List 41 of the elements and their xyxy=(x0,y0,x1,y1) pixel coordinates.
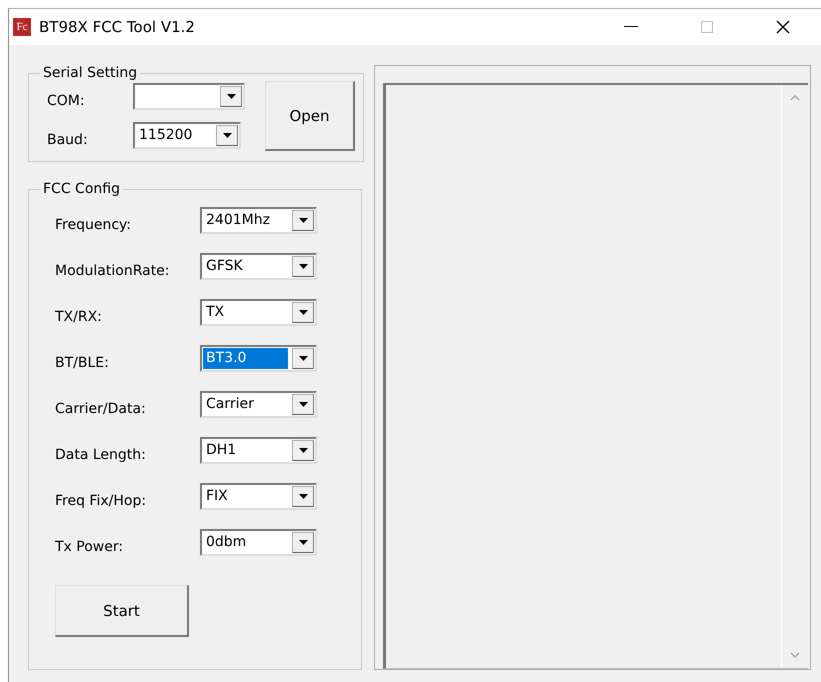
field-label: Carrier/Data: xyxy=(55,400,147,416)
start-button[interactable]: Start xyxy=(55,585,189,637)
dropdown-arrow-icon xyxy=(298,448,308,453)
dropdown-arrow-icon xyxy=(298,218,308,223)
dropdown-field[interactable]: 0dbm xyxy=(200,529,317,556)
dropdown-arrow-icon xyxy=(298,540,308,545)
field-label: Baud: xyxy=(47,130,89,148)
window-title: BT98X FCC Tool V1.2 xyxy=(39,18,196,36)
dropdown-field[interactable]: DH1 xyxy=(200,437,317,464)
group-title: Serial Setting xyxy=(42,65,138,81)
field-label: Frequency: xyxy=(55,216,132,232)
dropdown-arrow-icon xyxy=(222,133,232,138)
dropdown-arrow-icon xyxy=(298,310,308,315)
dropdown-field[interactable]: Carrier xyxy=(200,391,317,418)
dropdown-field[interactable]: GFSK xyxy=(200,253,317,280)
scroll-up-icon[interactable] xyxy=(790,95,800,101)
dropdown-arrow-icon xyxy=(226,94,236,99)
field-label: TX/RX: xyxy=(55,308,103,324)
field-label: Freq Fix/Hop: xyxy=(55,492,148,508)
group-title: FCC Config xyxy=(42,181,121,197)
field-label: Data Length: xyxy=(55,446,147,462)
scroll-down-icon[interactable] xyxy=(790,652,800,658)
app-logo-icon: Fc xyxy=(13,18,31,36)
minimize-icon xyxy=(624,26,638,28)
dropdown-field[interactable]: BT3.0 xyxy=(200,345,317,372)
field-label: Tx Power: xyxy=(55,538,124,554)
dropdown-field[interactable] xyxy=(133,83,245,110)
dropdown-arrow-icon xyxy=(298,494,308,499)
field-label: ModulationRate: xyxy=(55,262,171,278)
dropdown-field[interactable]: TX xyxy=(200,299,317,326)
open-button[interactable]: Open xyxy=(265,81,355,151)
maximize-icon xyxy=(701,21,713,33)
dropdown-arrow-icon xyxy=(298,356,308,361)
close-icon xyxy=(776,20,790,34)
dropdown-field[interactable]: 115200 xyxy=(133,122,241,149)
dropdown-arrow-icon xyxy=(298,402,308,407)
field-label: COM: xyxy=(47,92,86,108)
dropdown-arrow-icon xyxy=(298,264,308,269)
field-label: BT/BLE: xyxy=(55,354,110,370)
dropdown-field[interactable]: 2401Mhz xyxy=(200,207,317,234)
dropdown-field[interactable]: FIX xyxy=(200,483,317,510)
